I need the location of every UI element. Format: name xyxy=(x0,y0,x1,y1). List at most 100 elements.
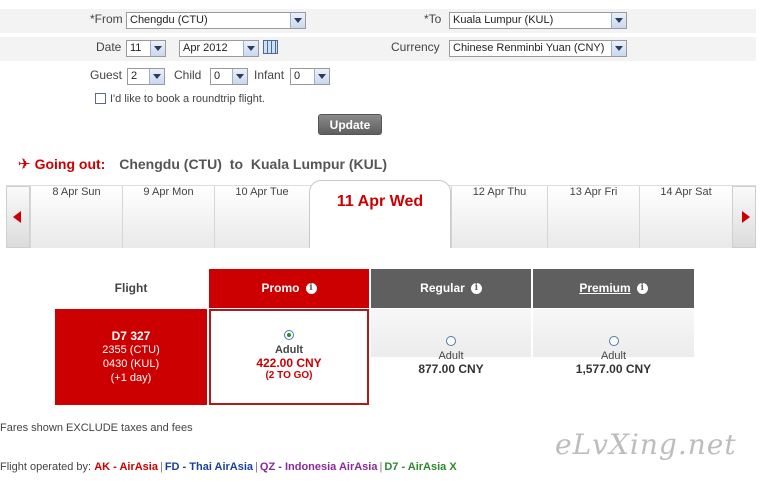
date-label: Date xyxy=(96,40,122,54)
regular-fare-radio[interactable] xyxy=(446,336,456,346)
chevron-down-icon xyxy=(290,13,305,28)
going-out-heading: ✈ Going out: Chengdu (CTU) to Kuala Lumpu… xyxy=(18,155,387,173)
airplane-icon: ✈ xyxy=(18,156,31,173)
plus-day-note: (+1 day) xyxy=(110,372,152,384)
regular-column-header: Regular i xyxy=(371,269,531,308)
chevron-down-icon xyxy=(150,41,165,56)
arrival-time: 0430 (KUL) xyxy=(102,358,160,370)
chevron-down-icon xyxy=(611,13,626,28)
date-tab[interactable]: 10 Apr Tue xyxy=(214,186,309,248)
guest-select-value: 2 xyxy=(131,70,138,82)
regular-fare-price: 877.00 CNY xyxy=(418,362,484,376)
currency-select[interactable]: Chinese Renminbi Yuan (CNY) xyxy=(449,40,627,57)
from-label: *From xyxy=(90,12,123,26)
promo-fare-pax: Adult xyxy=(274,344,304,356)
flight-number: D7 327 xyxy=(111,329,151,343)
regular-fare-cell[interactable]: Adult 877.00 CNY xyxy=(371,309,531,405)
arrow-left-icon xyxy=(13,211,21,223)
watermark: eLvXing.net xyxy=(555,428,737,461)
child-select-value: 0 xyxy=(214,70,221,82)
date-tab[interactable]: 12 Apr Thu xyxy=(451,186,547,248)
promo-fare-cell[interactable]: Adult 422.00 CNY (2 TO GO) xyxy=(209,309,369,405)
operator-list: AK - AirAsia | FD - Thai AirAsia | QZ - Indo… xyxy=(94,461,456,473)
to-select-value: Kuala Lumpur (KUL) xyxy=(453,14,554,26)
date-tab-label: 12 Apr Thu xyxy=(472,186,527,198)
date-day-select[interactable]: 11 xyxy=(126,40,166,57)
operator-separator: | xyxy=(255,461,258,473)
date-tab[interactable]: 14 Apr Sat xyxy=(639,186,732,248)
date-month-select[interactable]: Apr 2012 xyxy=(179,40,259,57)
from-select-value: Chengdu (CTU) xyxy=(130,14,208,26)
flight-header-label: Flight xyxy=(114,281,148,295)
premium-fare-price: 1,577.00 CNY xyxy=(575,362,652,376)
premium-fare-pax: Adult xyxy=(600,350,627,362)
date-tab[interactable]: 9 Apr Mon xyxy=(122,186,214,248)
info-icon[interactable]: i xyxy=(636,283,648,295)
route-destination: Kuala Lumpur (KUL) xyxy=(250,156,387,172)
operator-item: AK - AirAsia xyxy=(94,461,158,473)
date-tab-label: 10 Apr Tue xyxy=(235,186,289,198)
calendar-icon[interactable] xyxy=(263,40,278,54)
date-tab[interactable]: 13 Apr Fri xyxy=(547,186,639,248)
infant-label: Infant xyxy=(254,68,285,82)
promo-fare-price: 422.00 CNY xyxy=(256,356,322,370)
next-dates-button[interactable] xyxy=(732,186,756,248)
promo-column-header: Promo i xyxy=(209,269,369,308)
going-out-label: Going out: xyxy=(34,156,106,172)
premium-fare-cell[interactable]: Adult 1,577.00 CNY xyxy=(533,309,694,405)
info-icon[interactable]: i xyxy=(305,283,317,295)
operated-by-label: Flight operated by: xyxy=(0,461,92,473)
date-tab-label: 8 Apr Sun xyxy=(52,186,101,198)
infant-select-value: 0 xyxy=(294,70,301,82)
to-select[interactable]: Kuala Lumpur (KUL) xyxy=(449,12,627,29)
arrow-right-icon xyxy=(742,211,750,223)
child-label: Child xyxy=(174,68,202,82)
route-to-word: to xyxy=(229,156,243,172)
operated-by-line: Flight operated by: AK - AirAsia | FD - Th… xyxy=(0,461,457,473)
premium-header-link[interactable]: Premium xyxy=(579,281,630,295)
date-tab[interactable]: 8 Apr Sun xyxy=(30,186,122,248)
chevron-down-icon xyxy=(149,69,164,84)
infant-select[interactable]: 0 xyxy=(290,68,330,85)
flight-info-cell: D7 327 2355 (CTU) 0430 (KUL) (+1 day) xyxy=(55,309,207,405)
operator-item: D7 - AirAsia X xyxy=(384,461,457,473)
date-tab-label: 13 Apr Fri xyxy=(569,186,618,198)
going-out-route: Chengdu (CTU) to Kuala Lumpur (KUL) xyxy=(119,156,387,172)
chevron-down-icon xyxy=(232,69,247,84)
date-tab-label: 14 Apr Sat xyxy=(660,186,712,198)
promo-fare-radio[interactable] xyxy=(284,330,294,340)
chevron-down-icon xyxy=(611,41,626,56)
date-day-value: 11 xyxy=(130,42,142,54)
info-icon[interactable]: i xyxy=(470,283,482,295)
date-strip: 8 Apr Sun 9 Apr Mon 10 Apr Tue 11 Apr We… xyxy=(6,180,756,248)
roundtrip-label[interactable]: I'd like to book a roundtrip flight. xyxy=(110,93,265,105)
chevron-down-icon xyxy=(243,41,258,56)
child-select[interactable]: 0 xyxy=(210,68,248,85)
regular-fare-pax: Adult xyxy=(438,350,464,362)
operator-item: QZ - Indonesia AirAsia xyxy=(259,461,378,473)
roundtrip-checkbox[interactable] xyxy=(95,93,106,104)
currency-label: Currency xyxy=(391,40,440,54)
currency-select-value: Chinese Renminbi Yuan (CNY) xyxy=(453,42,605,54)
premium-column-header: Premium i xyxy=(533,269,694,308)
previous-dates-button[interactable] xyxy=(6,186,30,248)
flight-column-header: Flight xyxy=(55,269,207,308)
promo-header-label: Promo xyxy=(261,281,300,295)
date-tab-selected[interactable]: 11 Apr Wed xyxy=(309,180,451,248)
date-tab-label: 9 Apr Mon xyxy=(143,186,194,198)
date-month-value: Apr 2012 xyxy=(183,42,228,54)
promo-seats-left: (2 TO GO) xyxy=(265,370,313,381)
guest-label: Guest xyxy=(90,68,123,82)
route-origin: Chengdu (CTU) xyxy=(119,156,222,172)
date-tab-selected-label: 11 Apr Wed xyxy=(336,193,424,210)
chevron-down-icon xyxy=(314,69,329,84)
premium-fare-radio[interactable] xyxy=(608,336,619,346)
operator-separator: | xyxy=(159,461,163,473)
operator-item: FD - Thai AirAsia xyxy=(164,461,254,473)
regular-header-label: Regular xyxy=(420,281,465,295)
from-select[interactable]: Chengdu (CTU) xyxy=(126,12,306,29)
to-label: *To xyxy=(424,12,442,26)
update-button[interactable]: Update xyxy=(318,114,382,135)
guest-select[interactable]: 2 xyxy=(127,68,165,85)
operator-separator: | xyxy=(379,461,383,473)
